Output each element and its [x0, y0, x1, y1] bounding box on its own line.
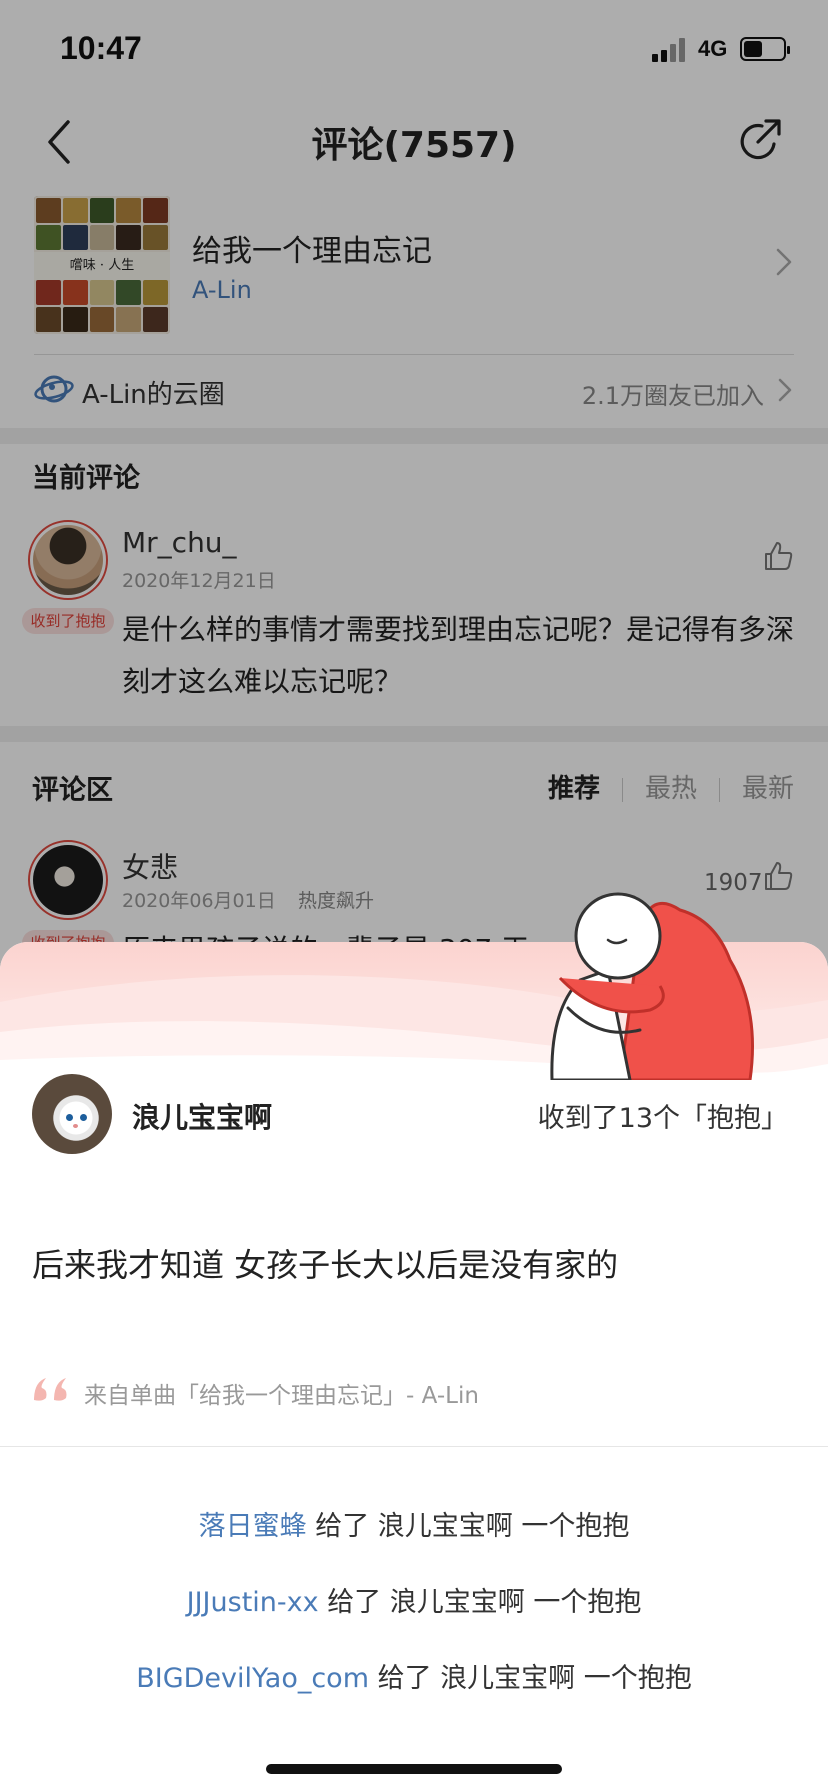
- hug-giver[interactable]: JJJustin-xx: [187, 1587, 319, 1618]
- hug-receiver: 浪儿宝宝啊: [389, 1587, 525, 1618]
- hug-suffix: 一个抱抱: [521, 1511, 630, 1542]
- quote-marks-icon: [34, 1378, 67, 1401]
- home-indicator[interactable]: [266, 1764, 562, 1774]
- hug-action: 给了: [315, 1511, 370, 1542]
- song-source[interactable]: 来自单曲「给我一个理由忘记」- A-Lin: [32, 1372, 792, 1409]
- hug-action: 给了: [377, 1663, 432, 1694]
- hug-receiver: 浪儿宝宝啊: [440, 1663, 576, 1694]
- hug-entry: JJJustin-xx 给了 浪儿宝宝啊 一个抱抱: [0, 1580, 828, 1619]
- avatar[interactable]: [32, 1074, 112, 1154]
- hug-received-count: 收到了13个「抱抱」: [537, 1103, 788, 1134]
- hug-giver[interactable]: 落日蜜蜂: [199, 1511, 307, 1542]
- hug-suffix: 一个抱抱: [583, 1663, 692, 1694]
- hug-suffix: 一个抱抱: [533, 1587, 642, 1618]
- divider: [0, 1446, 828, 1447]
- hug-entry: 落日蜜蜂 给了 浪儿宝宝啊 一个抱抱: [0, 1504, 828, 1543]
- hug-giver[interactable]: BIGDevilYao_com: [136, 1663, 369, 1694]
- hug-entry: BIGDevilYao_com 给了 浪儿宝宝啊 一个抱抱: [0, 1656, 828, 1695]
- hug-receiver: 浪儿宝宝啊: [377, 1511, 513, 1542]
- sheet-username[interactable]: 浪儿宝宝啊: [132, 1096, 272, 1136]
- song-source-text: 来自单曲「给我一个理由忘记」- A-Lin: [84, 1383, 479, 1409]
- hug-action: 给了: [327, 1587, 382, 1618]
- hug-mascot-illustration: [550, 892, 754, 1080]
- comment-quote: 后来我才知道 女孩子长大以后是没有家的: [32, 1246, 619, 1284]
